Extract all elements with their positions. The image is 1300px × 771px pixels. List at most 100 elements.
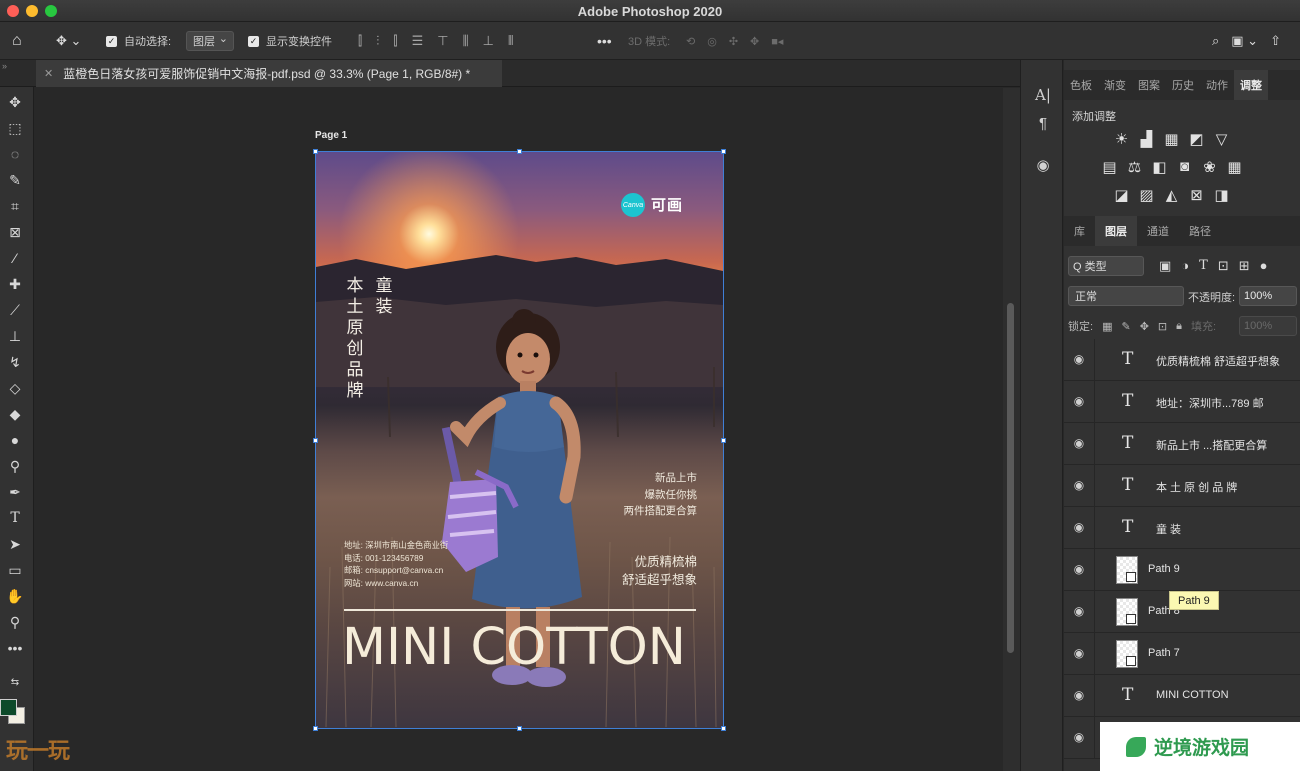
3d-orbit-icon[interactable]: ⟲ [686, 35, 695, 48]
vibrance-icon[interactable]: ▽ [1212, 130, 1231, 148]
layer-row[interactable]: ◉ T 童 装 [1064, 507, 1300, 549]
tab-swatches[interactable]: 色板 [1064, 70, 1098, 100]
visibility-eye-icon[interactable]: ◉ [1072, 646, 1086, 660]
exposure-icon[interactable]: ◩ [1187, 130, 1206, 148]
resize-handle[interactable] [517, 149, 522, 154]
3d-slide-icon[interactable]: ✥ [750, 35, 759, 48]
invert-icon[interactable]: ◪ [1112, 186, 1131, 204]
hue-saturation-icon[interactable]: ▤ [1100, 158, 1119, 176]
resize-handle[interactable] [721, 438, 726, 443]
brush-tool-icon[interactable]: ⟋ [4, 299, 26, 321]
layer-filter-dropdown[interactable]: Q 类型 [1068, 256, 1144, 276]
type-filter-icon[interactable]: T [1199, 258, 1208, 274]
home-icon[interactable]: ⌂ [12, 30, 22, 52]
tab-paths[interactable]: 路径 [1179, 216, 1221, 246]
eraser-tool-icon[interactable]: ◇ [4, 377, 26, 399]
eyedropper-tool-icon[interactable]: ⁄ [4, 247, 26, 269]
align-buttons[interactable]: ⫿ ⫶ ⫿ ☰ ⊤ ⫼ ⊥ ⦀ [358, 30, 514, 52]
foreground-color-swatch[interactable] [0, 699, 17, 716]
frame-tool-icon[interactable]: ⊠ [4, 221, 26, 243]
auto-select-checkbox[interactable]: ✓ 自动选择: [106, 30, 171, 52]
distribute-icon[interactable]: ☰ [412, 33, 424, 49]
layer-row[interactable]: ◉ T MINI COTTON [1064, 675, 1300, 717]
more-tools-icon[interactable]: ••• [4, 637, 26, 659]
threshold-icon[interactable]: ◭ [1162, 186, 1181, 204]
visibility-eye-icon[interactable]: ◉ [1072, 478, 1086, 492]
shape-filter-icon[interactable]: ⊡ [1218, 258, 1229, 274]
tab-gradients[interactable]: 渐变 [1098, 70, 1132, 100]
more-options-icon[interactable]: ••• [597, 30, 612, 52]
3d-roll-icon[interactable]: ◎ [707, 35, 717, 48]
align-left-icon[interactable]: ⫿ [358, 33, 362, 49]
swap-colors-icon[interactable]: ⇆ [4, 671, 26, 693]
gradient-map-icon[interactable]: ◨ [1212, 186, 1231, 204]
paint-bucket-icon[interactable]: ◆ [4, 403, 26, 425]
blend-mode-dropdown[interactable]: 正常 [1068, 286, 1184, 306]
resize-handle[interactable] [517, 726, 522, 731]
blur-tool-icon[interactable]: ● [4, 429, 26, 451]
move-tool-icon[interactable]: ✥ [4, 91, 26, 113]
align-top-icon[interactable]: ⊤ [437, 33, 448, 49]
3d-pan-icon[interactable]: ✣ [729, 35, 738, 48]
move-tool-icon[interactable]: ✥ ⌄ [56, 30, 81, 52]
lock-pixels-icon[interactable]: ✎ [1121, 320, 1130, 333]
opacity-input[interactable]: 100% [1239, 286, 1297, 306]
share-icon[interactable]: ⇧ [1270, 33, 1281, 49]
lasso-tool-icon[interactable]: ◌ [4, 143, 26, 165]
3d-tools[interactable]: ⟲ ◎ ✣ ✥ ■◂ [686, 30, 783, 52]
brightness-icon[interactable]: ☀ [1112, 130, 1131, 148]
crop-tool-icon[interactable]: ⌗ [4, 195, 26, 217]
quick-select-tool-icon[interactable]: ✎ [4, 169, 26, 191]
marquee-tool-icon[interactable]: ⬚ [4, 117, 26, 139]
resize-handle[interactable] [313, 726, 318, 731]
photo-filter-icon[interactable]: ◙ [1175, 158, 1194, 176]
curves-icon[interactable]: ▦ [1162, 130, 1181, 148]
visibility-eye-icon[interactable]: ◉ [1072, 730, 1086, 744]
lock-artboard-icon[interactable]: ⊡ [1158, 320, 1167, 333]
paragraph-panel-icon[interactable]: ¶ [1032, 112, 1054, 134]
type-tool-icon[interactable]: T [4, 507, 26, 529]
resize-handle[interactable] [313, 149, 318, 154]
search-icon[interactable]: ⌕ [1212, 33, 1219, 49]
shape-tool-icon[interactable]: ▭ [4, 559, 26, 581]
visibility-eye-icon[interactable]: ◉ [1072, 604, 1086, 618]
3d-panel-icon[interactable]: ◉ [1032, 154, 1054, 176]
align-bottom-icon[interactable]: ⊥ [483, 33, 494, 49]
vertical-scrollbar[interactable] [1003, 88, 1020, 771]
pen-tool-icon[interactable]: ✒ [4, 481, 26, 503]
selection-bounding-box[interactable] [313, 149, 726, 731]
align-hcenter-icon[interactable]: ⫶ [376, 33, 379, 49]
visibility-eye-icon[interactable]: ◉ [1072, 352, 1086, 366]
tab-layers[interactable]: 图层 [1095, 216, 1137, 246]
pixel-filter-icon[interactable]: ▣ [1159, 258, 1171, 274]
hand-tool-icon[interactable]: ✋ [4, 585, 26, 607]
layer-row[interactable]: ◉ Path 7 [1064, 633, 1300, 675]
tab-history[interactable]: 历史 [1166, 70, 1200, 100]
align-vcenter-icon[interactable]: ⫼ [463, 33, 469, 49]
layer-row[interactable]: ◉ T 本 土 原 创 品 牌 [1064, 465, 1300, 507]
path-select-icon[interactable]: ➤ [4, 533, 26, 555]
resize-handle[interactable] [313, 438, 318, 443]
visibility-eye-icon[interactable]: ◉ [1072, 562, 1086, 576]
layer-row[interactable]: ◉ T 新品上市 ...搭配更合算 [1064, 423, 1300, 465]
history-brush-icon[interactable]: ↯ [4, 351, 26, 373]
character-panel-icon[interactable]: A| [1032, 84, 1054, 106]
adjustment-filter-icon[interactable]: ◑ [1181, 258, 1189, 274]
selective-color-icon[interactable]: ⊠ [1187, 186, 1206, 204]
black-white-icon[interactable]: ◧ [1150, 158, 1169, 176]
dodge-tool-icon[interactable]: ⚲ [4, 455, 26, 477]
artboard-label[interactable]: Page 1 [315, 130, 347, 141]
zoom-tool-icon[interactable]: ⚲ [4, 611, 26, 633]
tab-libraries[interactable]: 库 [1064, 216, 1095, 246]
stamp-tool-icon[interactable]: ⊥ [4, 325, 26, 347]
filter-toggle-icon[interactable]: ● [1260, 258, 1268, 274]
auto-select-dropdown[interactable]: 图层 [186, 31, 234, 51]
show-transform-checkbox[interactable]: ✓ 显示变换控件 [248, 30, 332, 52]
tab-channels[interactable]: 通道 [1137, 216, 1179, 246]
channel-mixer-icon[interactable]: ❀ [1200, 158, 1219, 176]
distribute-v-icon[interactable]: ⦀ [508, 33, 514, 49]
visibility-eye-icon[interactable]: ◉ [1072, 436, 1086, 450]
fill-input[interactable]: 100% [1239, 316, 1297, 336]
toolbar-collapse-icon[interactable]: » [2, 61, 7, 71]
tab-adjustments[interactable]: 调整 [1234, 70, 1268, 100]
